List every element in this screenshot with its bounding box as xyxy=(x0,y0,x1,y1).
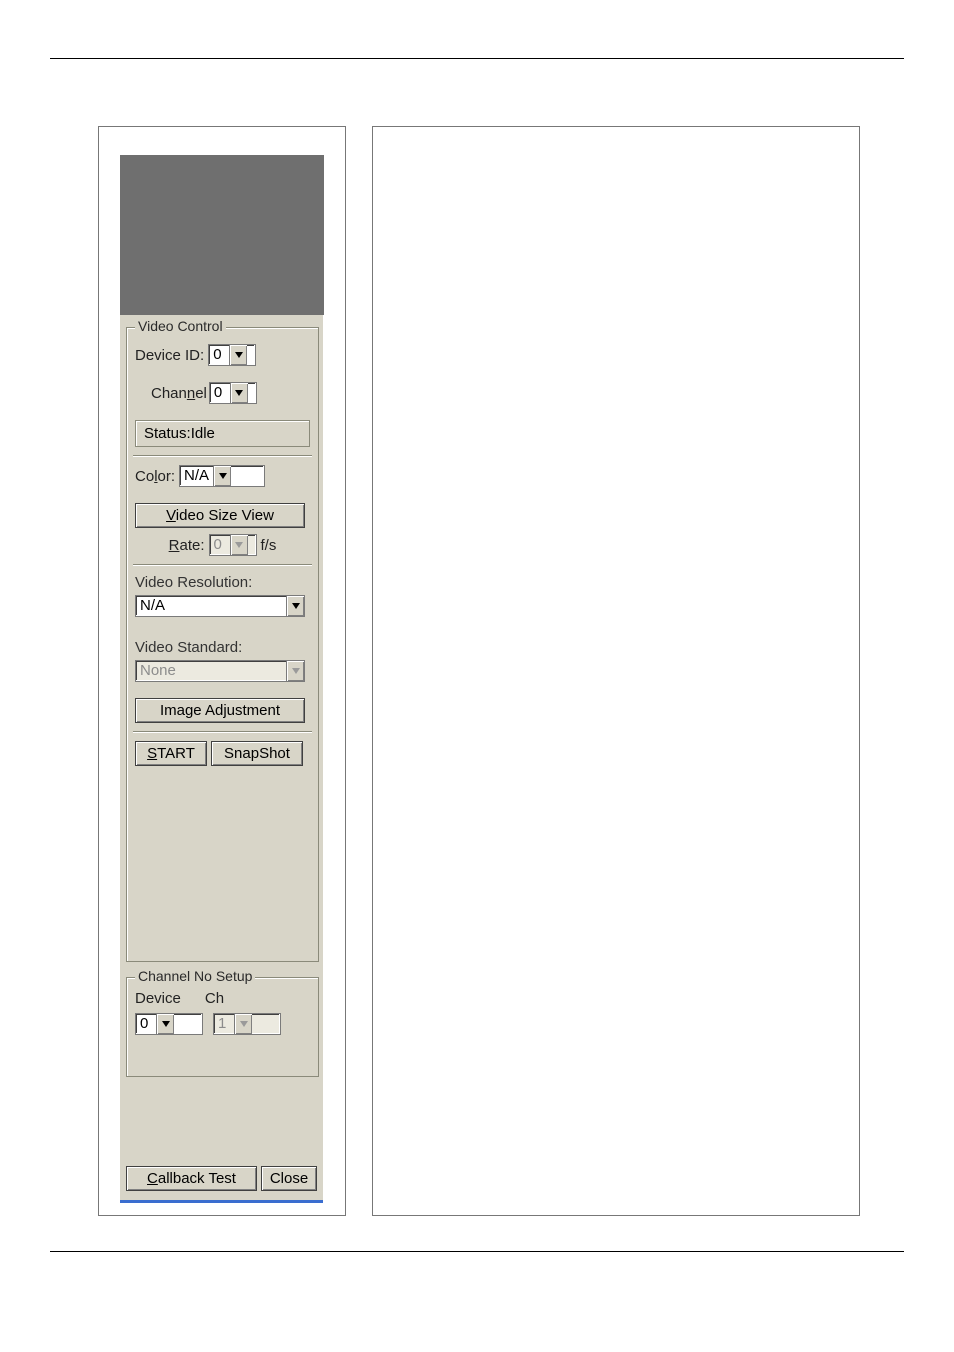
color-label: Color: xyxy=(135,468,175,485)
rate-select: 0 xyxy=(209,534,257,556)
status-value: Idle xyxy=(191,425,215,442)
video-standard-value: None xyxy=(136,661,286,681)
color-select[interactable]: N/A xyxy=(179,465,265,487)
start-button[interactable]: START xyxy=(135,741,207,766)
dropdown-arrow-icon xyxy=(286,596,304,616)
color-value: N/A xyxy=(180,466,213,486)
dropdown-arrow-icon xyxy=(286,661,304,681)
divider xyxy=(133,455,312,457)
video-standard-label: Video Standard: xyxy=(135,639,242,656)
rate-value: 0 xyxy=(210,535,230,555)
control-panel: Video Control Device ID: 0 Channel 0 xyxy=(119,155,323,1203)
divider xyxy=(133,731,312,733)
ch-device-select[interactable]: 0 xyxy=(135,1013,203,1035)
bottom-accent-bar xyxy=(120,1200,323,1203)
video-standard-select: None xyxy=(135,660,305,682)
top-rule xyxy=(50,58,904,59)
dropdown-arrow-icon xyxy=(230,535,248,555)
bottom-button-bar: Callback Test Close xyxy=(126,1166,317,1191)
snapshot-button[interactable]: SnapShot xyxy=(211,741,303,766)
dropdown-arrow-icon xyxy=(230,383,248,403)
dropdown-arrow-icon xyxy=(156,1014,174,1034)
channel-value: 0 xyxy=(210,383,230,403)
ch-device-value: 0 xyxy=(136,1014,156,1034)
ch-ch-select: 1 xyxy=(213,1013,281,1035)
device-id-select[interactable]: 0 xyxy=(208,344,256,366)
group-video-control-legend: Video Control xyxy=(135,318,226,334)
rate-unit: f/s xyxy=(261,537,277,554)
dropdown-arrow-icon xyxy=(213,466,231,486)
left-frame: Video Control Device ID: 0 Channel 0 xyxy=(98,126,346,1216)
group-video-control: Video Control Device ID: 0 Channel 0 xyxy=(126,327,319,962)
rate-label: Rate: xyxy=(169,537,205,554)
divider xyxy=(133,564,312,566)
video-resolution-value: N/A xyxy=(136,596,286,616)
group-channel-setup-legend: Channel No Setup xyxy=(135,968,255,984)
channel-select[interactable]: 0 xyxy=(209,382,257,404)
image-adjustment-button[interactable]: Image Adjustment xyxy=(135,698,305,723)
ch-ch-value: 1 xyxy=(214,1014,234,1034)
bottom-rule xyxy=(50,1251,904,1252)
close-button[interactable]: Close xyxy=(261,1166,317,1191)
channel-label: Channel xyxy=(151,385,207,402)
video-resolution-select[interactable]: N/A xyxy=(135,595,305,617)
video-resolution-label: Video Resolution: xyxy=(135,574,252,591)
ch-ch-label: Ch xyxy=(205,990,224,1007)
group-channel-setup: Channel No Setup Device Ch 0 1 xyxy=(126,977,319,1077)
page: Video Control Device ID: 0 Channel 0 xyxy=(0,0,954,1352)
right-empty-frame xyxy=(372,126,860,1216)
dropdown-arrow-icon xyxy=(234,1014,252,1034)
video-preview-area xyxy=(120,155,324,315)
callback-test-button[interactable]: Callback Test xyxy=(126,1166,257,1191)
device-id-value: 0 xyxy=(209,345,229,365)
device-id-label: Device ID: xyxy=(135,347,204,364)
dropdown-arrow-icon xyxy=(229,345,247,365)
ch-device-label: Device xyxy=(135,990,181,1007)
video-size-view-button[interactable]: Video Size View xyxy=(135,503,305,528)
status-box: Status:Idle xyxy=(135,420,310,447)
status-label: Status: xyxy=(144,425,191,442)
